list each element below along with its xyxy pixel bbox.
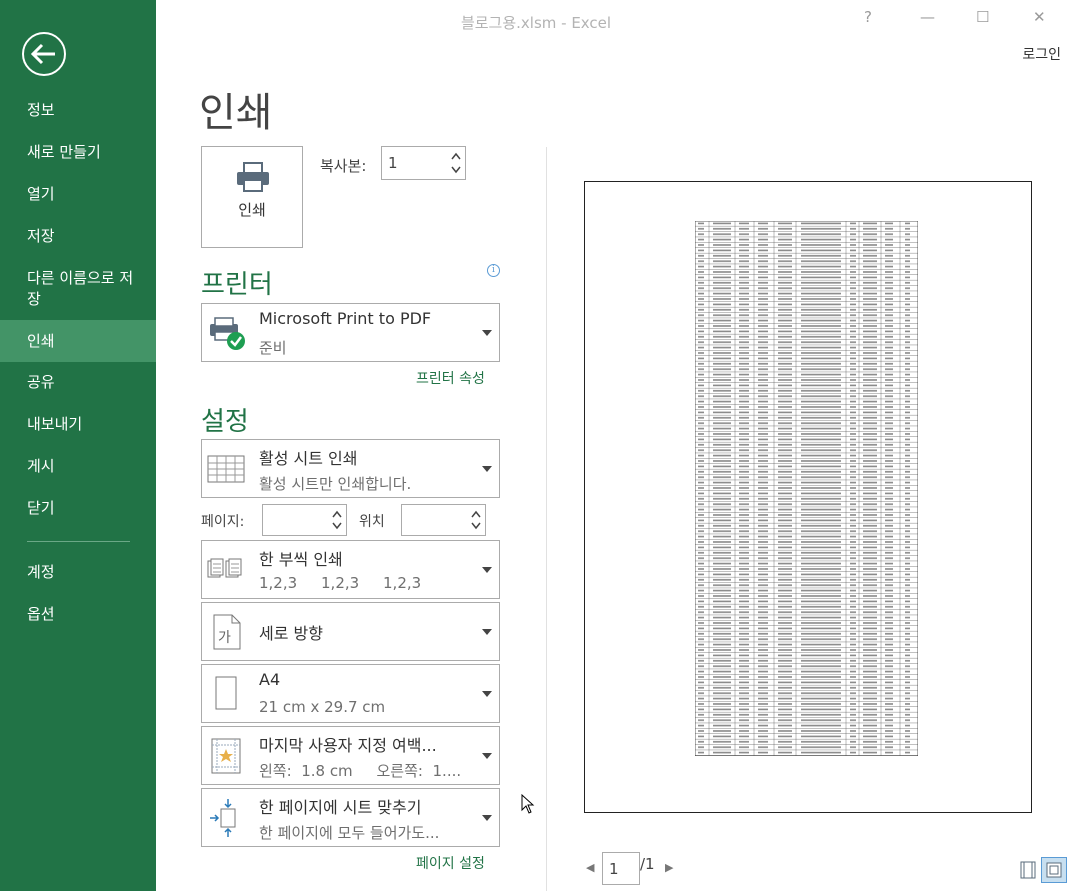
nav-options[interactable]: 옵션 bbox=[0, 604, 156, 625]
print-preview bbox=[584, 181, 1032, 813]
collate-title: 한 부씩 인쇄 bbox=[259, 550, 343, 569]
nav-open[interactable]: 열기 bbox=[0, 184, 156, 205]
login-link[interactable]: 로그인 bbox=[1022, 44, 1061, 64]
current-page-input[interactable]: 1 bbox=[602, 852, 640, 885]
title-bar: 블로그용.xlsm - Excel ? — ☐ ✕ bbox=[156, 0, 1071, 44]
spin-up-icon[interactable] bbox=[471, 510, 481, 518]
pages-to-label: 위치 bbox=[359, 514, 385, 530]
settings-section-title: 설정 bbox=[201, 407, 249, 437]
zoom-to-page-icon bbox=[1046, 862, 1062, 878]
chevron-down-icon bbox=[482, 690, 492, 697]
back-arrow-icon[interactable] bbox=[22, 32, 66, 76]
nav-close[interactable]: 닫기 bbox=[0, 498, 156, 519]
collate-icon bbox=[207, 558, 242, 577]
paper-subtitle: 21 cm x 29.7 cm bbox=[259, 698, 386, 716]
nav-save-as[interactable]: 다른 이름으로 저장 bbox=[0, 268, 150, 310]
paper-icon bbox=[215, 676, 237, 709]
pages-from-input[interactable] bbox=[262, 504, 347, 536]
nav-print[interactable]: 인쇄 bbox=[0, 320, 156, 362]
spin-down-icon[interactable] bbox=[451, 166, 461, 174]
next-page-icon[interactable]: ▶ bbox=[665, 861, 673, 874]
info-icon[interactable]: i bbox=[487, 264, 500, 277]
scaling-title: 한 페이지에 시트 맞추기 bbox=[259, 798, 422, 817]
svg-text:가: 가 bbox=[218, 630, 231, 646]
portrait-page-icon: 가 bbox=[213, 614, 241, 649]
spin-down-icon[interactable] bbox=[332, 522, 342, 530]
nav-share[interactable]: 공유 bbox=[0, 372, 156, 393]
nav-publish[interactable]: 게시 bbox=[0, 456, 156, 477]
print-button[interactable]: 인쇄 bbox=[201, 146, 303, 248]
nav-account[interactable]: 계정 bbox=[0, 562, 156, 583]
printer-ready-icon bbox=[210, 316, 245, 350]
print-button-label: 인쇄 bbox=[238, 201, 266, 219]
printer-name: Microsoft Print to PDF bbox=[259, 309, 432, 328]
sheet-thumbnail bbox=[695, 221, 918, 756]
nav-info[interactable]: 정보 bbox=[0, 100, 156, 121]
printer-icon bbox=[237, 162, 269, 192]
page-setup-link[interactable]: 페이지 설정 bbox=[416, 853, 485, 873]
minimize-icon[interactable]: — bbox=[920, 8, 935, 26]
pages-to-input[interactable] bbox=[401, 504, 486, 536]
fit-to-page-icon bbox=[210, 798, 236, 837]
chevron-down-icon bbox=[482, 814, 492, 821]
paper-size-dropdown[interactable]: A4 21 cm x 29.7 cm bbox=[201, 664, 500, 723]
collate-dropdown[interactable]: 한 부씩 인쇄 1,2,3 1,2,3 1,2,3 bbox=[201, 540, 500, 599]
chevron-down-icon bbox=[482, 628, 492, 635]
scaling-dropdown[interactable]: 한 페이지에 시트 맞추기 한 페이지에 모두 들어가도... bbox=[201, 788, 500, 847]
show-margins-icon[interactable] bbox=[1019, 861, 1037, 879]
margins-dropdown[interactable]: 마지막 사용자 지정 여백... 왼쪽: 1.8 cm 오른쪽: 1.... bbox=[201, 726, 500, 785]
copies-label: 복사본: bbox=[320, 157, 367, 175]
window-title: 블로그용.xlsm - Excel bbox=[460, 14, 612, 32]
print-what-title: 활성 시트 인쇄 bbox=[259, 449, 358, 468]
chevron-down-icon bbox=[482, 329, 492, 336]
print-what-dropdown[interactable]: 활성 시트 인쇄 활성 시트만 인쇄합니다. bbox=[201, 439, 500, 498]
maximize-icon[interactable]: ☐ bbox=[976, 8, 989, 26]
nav-save[interactable]: 저장 bbox=[0, 226, 156, 247]
panel-divider bbox=[546, 147, 547, 891]
backstage-sidebar: 정보 새로 만들기 열기 저장 다른 이름으로 저장 인쇄 공유 내보내기 게시… bbox=[0, 0, 156, 891]
spin-up-icon[interactable] bbox=[451, 152, 461, 160]
sheet-grid-icon bbox=[207, 455, 245, 482]
nav-new[interactable]: 새로 만들기 bbox=[0, 142, 156, 163]
paper-title: A4 bbox=[259, 670, 281, 689]
page-title: 인쇄 bbox=[199, 90, 273, 136]
mouse-cursor-icon bbox=[521, 794, 535, 814]
help-icon[interactable]: ? bbox=[864, 8, 872, 26]
printer-dropdown[interactable]: Microsoft Print to PDF 준비 bbox=[201, 303, 500, 362]
printer-properties-link[interactable]: 프린터 속성 bbox=[416, 368, 485, 388]
total-pages: /1 bbox=[640, 855, 655, 873]
scaling-subtitle: 한 페이지에 모두 들어가도... bbox=[259, 824, 440, 842]
close-icon[interactable]: ✕ bbox=[1033, 8, 1046, 26]
nav-export[interactable]: 내보내기 bbox=[0, 414, 156, 435]
margins-title: 마지막 사용자 지정 여백... bbox=[259, 736, 437, 755]
chevron-down-icon bbox=[482, 566, 492, 573]
prev-page-icon[interactable]: ◀ bbox=[586, 861, 594, 874]
zoom-to-page-button[interactable] bbox=[1041, 857, 1067, 883]
chevron-down-icon bbox=[482, 752, 492, 759]
copies-value: 1 bbox=[388, 154, 398, 172]
orientation-title: 세로 방향 bbox=[259, 624, 323, 643]
margins-icon bbox=[211, 738, 241, 773]
orientation-dropdown[interactable]: 가 세로 방향 bbox=[201, 602, 500, 661]
copies-stepper[interactable]: 1 bbox=[381, 146, 466, 180]
margins-subtitle: 왼쪽: 1.8 cm 오른쪽: 1.... bbox=[259, 762, 462, 780]
print-what-subtitle: 활성 시트만 인쇄합니다. bbox=[259, 475, 412, 493]
printer-status: 준비 bbox=[259, 339, 287, 357]
chevron-down-icon bbox=[482, 465, 492, 472]
nav-divider bbox=[27, 541, 130, 542]
spin-down-icon[interactable] bbox=[471, 522, 481, 530]
collate-subtitle: 1,2,3 1,2,3 1,2,3 bbox=[259, 574, 422, 592]
printer-section-title: 프린터 bbox=[201, 270, 273, 300]
spin-up-icon[interactable] bbox=[332, 510, 342, 518]
pages-label: 페이지: bbox=[201, 514, 245, 530]
